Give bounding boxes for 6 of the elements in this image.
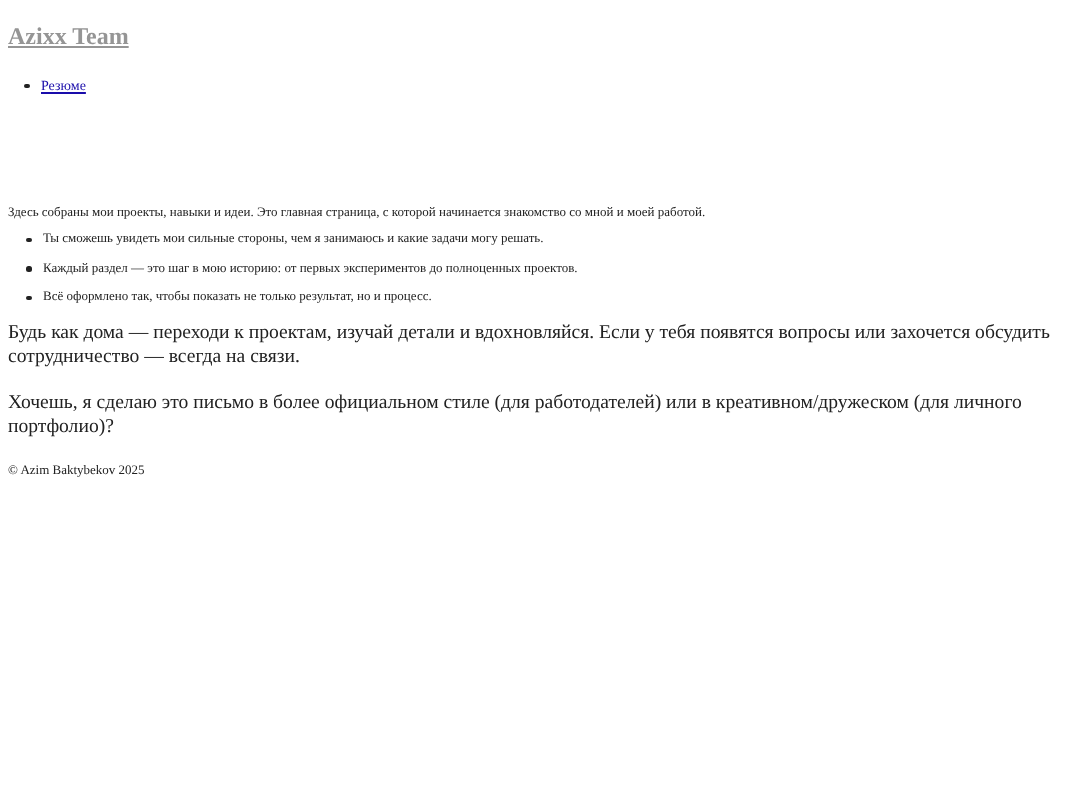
bullet-icon — [26, 237, 31, 243]
bullet-icon — [26, 295, 31, 301]
bullet-icon — [26, 266, 31, 272]
bullet-icon — [24, 83, 29, 89]
paragraph: Хочешь, я сделаю это письмо в более официальном стиле (для работодателей) или в креативном/дружеском (для личного портфолио)? — [8, 392, 1024, 440]
paragraph: Будь как дома — переходи к проектам, изучай детали и вдохновляйся. Если у тебя появятся вопросы или захочется обсудить сотрудничество — всегда на связи. — [8, 322, 1052, 370]
